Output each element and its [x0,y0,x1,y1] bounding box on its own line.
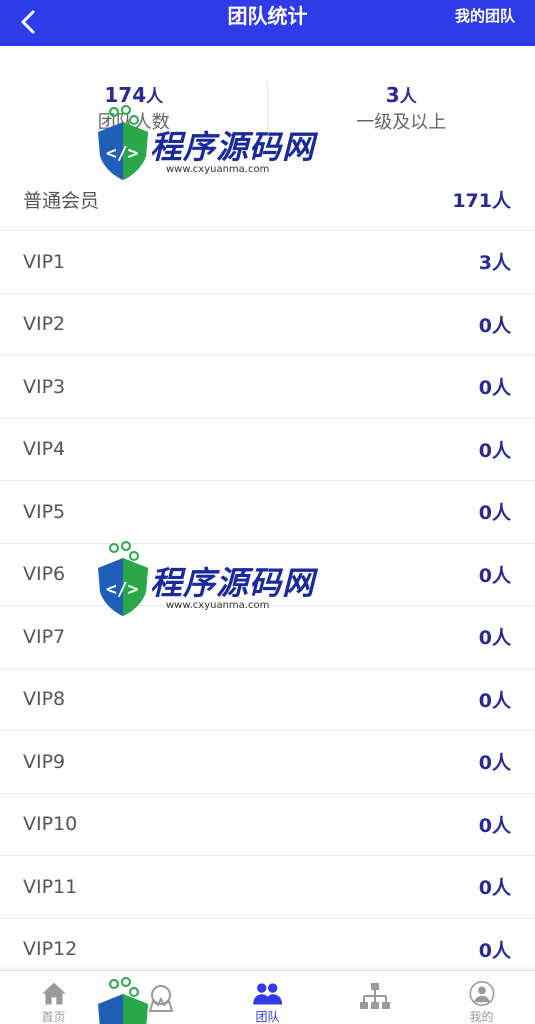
summary-total-label: 团队人数 [97,112,170,133]
member-level-list: 普通会员 171人 VIP1 3人 VIP2 0人 VIP3 0人 VIP4 0人 VIP… [0,168,535,981]
level-count: 0人 [478,752,511,775]
nav-team[interactable]: 团队 [228,971,308,1024]
list-item[interactable]: VIP2 0人 [0,293,535,356]
header-bar: 团队统计 我的团队 [0,0,535,46]
level-label: VIP12 [23,938,78,961]
level-label: VIP3 [23,375,66,398]
level-count: 0人 [478,502,511,525]
nav-mine-label: 我的 [469,1010,494,1024]
level1-unit: 人 [399,87,417,107]
level1-count: 3 [385,83,400,107]
list-item[interactable]: VIP10 0人 [0,793,535,856]
list-item[interactable]: VIP3 0人 [0,356,535,419]
level-label: VIP1 [23,250,66,273]
level-count: 0人 [478,689,511,712]
nav-team-label: 团队 [255,1010,280,1024]
level-count: 0人 [478,939,511,962]
level-count: 0人 [478,439,511,462]
summary-divider [267,82,268,140]
level-label: VIP7 [23,625,66,648]
total-count: 174 [104,83,147,107]
level-label: VIP6 [23,563,66,586]
level-count: 0人 [478,314,511,337]
nav-home-label: 首页 [41,1010,66,1024]
level-count: 0人 [478,377,511,400]
list-item[interactable]: VIP9 0人 [0,731,535,794]
level-label: VIP5 [23,500,66,523]
team-summary: 174人 团队人数 3人 一级及以上 [0,46,535,168]
list-item[interactable]: VIP4 0人 [0,418,535,481]
list-item[interactable]: VIP8 0人 [0,668,535,731]
summary-level1: 3人 一级及以上 [268,46,535,168]
level-count: 3人 [478,252,511,275]
total-unit: 人 [146,87,164,107]
level-label: VIP11 [23,875,78,898]
crown-icon [148,985,173,1012]
level-count: 0人 [478,627,511,650]
list-item[interactable]: VIP7 0人 [0,606,535,669]
summary-level1-label: 一级及以上 [356,112,447,133]
team-icon [252,983,282,1005]
list-item[interactable]: VIP1 3人 [0,231,535,294]
nav-home[interactable]: 首页 [14,971,94,1024]
summary-total: 174人 团队人数 [0,46,268,168]
summary-level1-value: 3人 [386,82,417,110]
level-label: VIP4 [23,438,66,461]
home-icon [41,982,66,1005]
level-count: 0人 [478,814,511,837]
level-label: VIP10 [23,813,78,836]
level-label: VIP2 [23,313,66,336]
nav-hierarchy[interactable] [335,971,415,1024]
level-count: 0人 [478,877,511,900]
level-label: VIP8 [23,688,66,711]
list-item[interactable]: VIP11 0人 [0,856,535,919]
my-team-link[interactable]: 我的团队 [455,0,515,32]
app-root: 团队统计 我的团队 174人 团队人数 3人 一级及以上 普通会员 171人 VI… [0,0,535,1024]
level-label: VIP9 [23,750,66,773]
nav-mine[interactable]: 我的 [442,971,522,1024]
bottom-nav: 首页 团队 我的 [0,970,535,1024]
list-item[interactable]: 普通会员 171人 [0,168,535,231]
nav-vip[interactable] [121,971,201,1024]
list-item[interactable]: VIP5 0人 [0,481,535,544]
hierarchy-icon [359,983,390,1009]
level-label: 普通会员 [23,189,100,212]
summary-total-value: 174人 [104,82,163,110]
user-icon [469,981,494,1006]
level-count: 0人 [478,564,511,587]
level-count: 171人 [452,189,511,212]
list-item[interactable]: VIP6 0人 [0,543,535,606]
